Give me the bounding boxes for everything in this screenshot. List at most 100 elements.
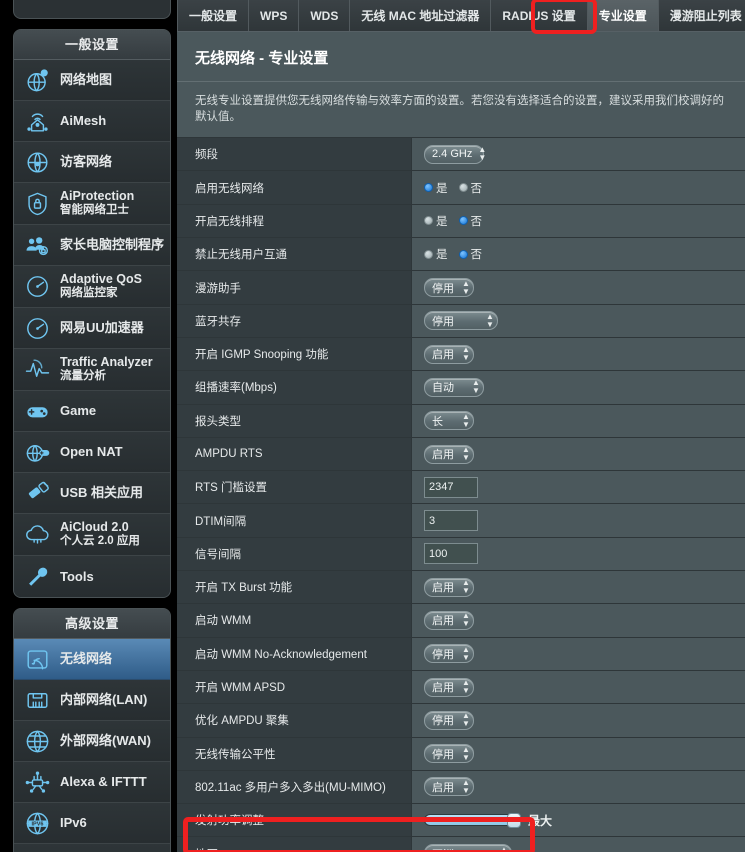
sidebar-item-label: Adaptive QoS 网络监控家 — [60, 272, 142, 300]
chevron-updown-icon: ▲▼ — [462, 445, 470, 462]
tab-5[interactable]: 专业设置 — [587, 0, 659, 31]
sidebar-item-general-6[interactable]: 网易UU加速器 — [14, 308, 170, 349]
radio-group: 是否 — [424, 246, 482, 262]
select-dropdown[interactable]: 自动 ▲ ▼ — [424, 377, 484, 397]
select-value: 自动 — [432, 382, 454, 395]
radio-label: 否 — [470, 215, 483, 228]
chevron-updown-icon: ▲▼ — [500, 844, 508, 852]
sidebar-item-general-9[interactable]: Open NAT — [14, 432, 170, 473]
tab-6[interactable]: 漫游阻止列表 — [659, 0, 745, 31]
radio-button[interactable] — [424, 249, 433, 259]
sidebar-item-general-8[interactable]: Game — [14, 391, 170, 432]
sidebar-general-title: 一般设置 — [14, 30, 170, 60]
select-dropdown[interactable]: 启用 ▲ ▼ — [424, 444, 474, 464]
radio-button[interactable] — [458, 183, 468, 193]
radio-option[interactable]: 是 — [424, 213, 448, 229]
sidebar-item-general-0[interactable]: 网络地图 — [14, 60, 170, 101]
sidebar-item-general-2[interactable]: 访客网络 — [14, 142, 170, 183]
select-dropdown[interactable]: 亚洲 ▲▼ — [424, 844, 512, 852]
sidebar-item-label: AiMesh — [60, 113, 107, 129]
select-dropdown[interactable]: 长 ▲ ▼ — [424, 411, 474, 431]
select-dropdown[interactable]: 启用 ▲ ▼ — [424, 677, 474, 697]
tab-4[interactable]: RADIUS 设置 — [491, 0, 588, 31]
settings-row-label: 开启无线排程 — [177, 204, 412, 238]
select-dropdown[interactable]: 2.4 GHz ▲ ▼ — [424, 144, 486, 164]
settings-row-value: 长 ▲ ▼ — [412, 404, 745, 437]
settings-row: 禁止无线用户互通是否 — [177, 238, 745, 272]
select-dropdown[interactable]: 启用 ▲ ▼ — [424, 777, 474, 797]
sidebar-item-general-10[interactable]: USB 相关应用 — [14, 473, 170, 514]
select-dropdown[interactable]: 停用 ▲ ▼ — [424, 710, 474, 730]
settings-row-value: 启用 ▲ ▼ — [412, 770, 745, 804]
text-input[interactable]: 2347 — [424, 476, 478, 498]
settings-row-label: 开启 WMM APSD — [177, 670, 412, 704]
settings-row: 开启 WMM APSD 启用 ▲ ▼ — [177, 670, 745, 705]
sidebar-item-general-12[interactable]: Tools — [14, 556, 170, 597]
settings-row-label: 信号间隔 — [177, 537, 412, 571]
network-map-icon — [23, 66, 52, 95]
select-dropdown[interactable]: 启用 ▲ ▼ — [424, 610, 474, 630]
select-dropdown[interactable]: 启用 ▲ ▼ — [424, 344, 474, 364]
select-value: 启用 — [432, 781, 454, 794]
radio-button[interactable] — [458, 249, 468, 259]
radio-option[interactable]: 否 — [458, 180, 482, 196]
settings-row: 802.11ac 多用户多入多出(MU-MIMO) 启用 ▲ ▼ — [177, 770, 745, 805]
sidebar-item-advanced-1[interactable]: 内部网络(LAN) — [14, 680, 170, 721]
select-dropdown[interactable]: 停用 ▲ ▼ — [424, 311, 498, 331]
power-slider[interactable] — [424, 813, 521, 829]
select-dropdown[interactable]: 停用 ▲ ▼ — [424, 278, 474, 298]
select-dropdown[interactable]: 启用 ▲ ▼ — [424, 577, 474, 597]
sidebar-item-general-4[interactable]: 家长电脑控制程序 — [14, 225, 170, 266]
radio-button[interactable] — [424, 183, 433, 193]
radio-option[interactable]: 是 — [424, 246, 448, 262]
radio-button[interactable] — [424, 216, 433, 226]
radio-label: 是 — [436, 182, 448, 195]
parental-control-icon — [23, 231, 52, 260]
radio-option[interactable]: 否 — [458, 246, 482, 262]
sidebar-item-advanced-0[interactable]: 无线网络 — [14, 639, 170, 680]
tab-2[interactable]: WDS — [299, 0, 351, 31]
settings-row-label: 802.11ac 多用户多入多出(MU-MIMO) — [177, 770, 412, 804]
gauge-icon — [23, 272, 52, 301]
sidebar-item-advanced-2[interactable]: 外部网络(WAN) — [14, 721, 170, 762]
text-input[interactable]: 3 — [424, 510, 478, 532]
settings-row-value: 100 — [412, 537, 745, 571]
select-value: 启用 — [432, 449, 454, 461]
select-value: 停用 — [432, 315, 454, 328]
sidebar-item-general-1[interactable]: AiMesh — [14, 101, 170, 142]
sidebar-item-label-primary: Adaptive QoS — [60, 272, 142, 287]
chevron-updown-icon: ▲▼ — [462, 345, 470, 363]
sidebar-item-label-secondary: 网络监控家 — [60, 287, 118, 300]
radio-option[interactable]: 否 — [458, 213, 483, 229]
tab-3[interactable]: 无线 MAC 地址过滤器 — [350, 0, 492, 31]
select-dropdown[interactable]: 停用 ▲ ▼ — [424, 644, 474, 664]
aimesh-icon — [23, 107, 52, 136]
sidebar-item-advanced-4[interactable]: IPV6 IPv6 — [14, 803, 170, 844]
select-value: 亚洲 — [432, 846, 454, 852]
traffic-analyzer-icon — [23, 355, 52, 384]
radio-option[interactable]: 是 — [424, 180, 448, 196]
settings-row-value: 启用 ▲ ▼ — [412, 604, 745, 637]
sidebar-item-general-5[interactable]: Adaptive QoS 网络监控家 — [14, 266, 170, 308]
sidebar-item-label-primary: AiCloud 2.0 — [60, 520, 129, 535]
sidebar-item-label: 家长电脑控制程序 — [60, 237, 165, 253]
radio-button[interactable] — [458, 216, 468, 226]
settings-row-value: 亚洲 ▲▼ — [412, 837, 745, 852]
select-dropdown[interactable]: 停用 ▲ ▼ — [424, 744, 474, 764]
chevron-updown-icon: ▲▼ — [472, 378, 480, 396]
sidebar-item-general-7[interactable]: Traffic Analyzer 流量分析 — [14, 349, 170, 391]
tab-1[interactable]: WPS — [249, 0, 300, 31]
radio-label: 是 — [436, 249, 448, 262]
settings-row: DTIM间隔 3 — [177, 504, 745, 538]
text-input[interactable]: 100 — [424, 543, 478, 565]
sidebar-item-general-3[interactable]: AiProtection 智能网络卫士 — [14, 183, 170, 225]
sidebar-item-general-11[interactable]: AiCloud 2.0 个人云 2.0 应用 — [14, 514, 170, 556]
settings-row: 频段 2.4 GHz ▲ ▼ — [177, 138, 745, 172]
settings-row: 地区亚洲 ▲▼ — [177, 837, 745, 852]
sidebar-item-advanced-5[interactable]: VPN — [14, 844, 170, 852]
slider-handle[interactable] — [507, 813, 521, 829]
tab-0[interactable]: 一般设置 — [177, 0, 250, 31]
sidebar-item-advanced-3[interactable]: Alexa & IFTTT — [14, 762, 170, 803]
settings-row-value: 停用 ▲ ▼ — [412, 704, 745, 737]
settings-row-value: 3 — [412, 504, 745, 537]
